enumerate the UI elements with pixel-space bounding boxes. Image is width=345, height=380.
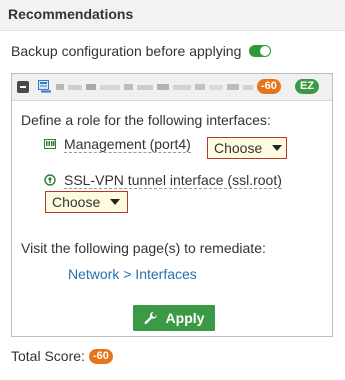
backup-label: Backup configuration before applying bbox=[11, 43, 242, 59]
total-score-label: Total Score: bbox=[11, 348, 85, 364]
interface-row: Management (port4) bbox=[44, 134, 191, 154]
role-select[interactable]: Choose bbox=[207, 137, 287, 159]
chevron-down-icon bbox=[110, 199, 121, 205]
network-interfaces-link[interactable]: Network > Interfaces bbox=[68, 266, 197, 282]
apply-label: Apply bbox=[165, 310, 205, 326]
backup-option: Backup configuration before applying bbox=[11, 41, 272, 61]
collapse-icon[interactable] bbox=[17, 81, 29, 93]
section-title: Recommendations bbox=[8, 6, 134, 22]
role-select-value: Choose bbox=[214, 140, 263, 156]
port-icon bbox=[44, 139, 56, 149]
chevron-down-icon bbox=[272, 145, 283, 151]
interface-row: SSL-VPN tunnel interface (ssl.root) bbox=[44, 170, 282, 190]
device-icon bbox=[38, 80, 51, 93]
device-name-redacted bbox=[56, 84, 253, 90]
section-header: Recommendations bbox=[0, 0, 345, 31]
role-select[interactable]: Choose bbox=[45, 191, 128, 213]
ez-badge: EZ bbox=[295, 79, 320, 94]
backup-toggle[interactable] bbox=[249, 45, 272, 57]
toggle-knob bbox=[260, 46, 271, 56]
apply-button[interactable]: Apply bbox=[133, 305, 215, 331]
panel-header: -60 EZ bbox=[12, 74, 332, 101]
define-role-instruction: Define a role for the following interfac… bbox=[21, 112, 271, 128]
interface-label: Management (port4) bbox=[64, 135, 191, 153]
total-score-badge: -60 bbox=[88, 348, 113, 364]
role-select-value: Choose bbox=[52, 194, 101, 210]
recommendation-panel: -60 EZ Define a role for the following i… bbox=[11, 73, 333, 337]
wrench-icon bbox=[144, 311, 157, 325]
interface-label: SSL-VPN tunnel interface (ssl.root) bbox=[64, 171, 282, 189]
score-badge: -60 bbox=[257, 79, 281, 94]
ssl-tunnel-icon bbox=[44, 174, 56, 186]
remediate-instruction: Visit the following page(s) to remediate… bbox=[21, 240, 266, 256]
total-score: Total Score: -60 bbox=[11, 347, 113, 365]
